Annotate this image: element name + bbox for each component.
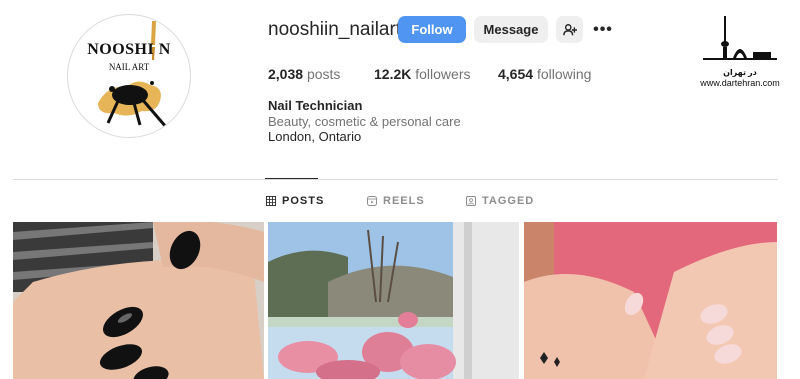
tab-posts[interactable]: POSTS <box>266 195 324 207</box>
avatar-sub-text: NAIL ART <box>108 62 150 72</box>
bio-name: Nail Technician <box>268 98 363 113</box>
message-button[interactable]: Message <box>474 16 548 43</box>
stat-followers[interactable]: 12.2K followers <box>374 66 471 82</box>
post-thumbnail[interactable] <box>268 222 519 379</box>
city-skyline-logo <box>703 16 777 60</box>
tab-reels[interactable]: REELS <box>367 195 425 207</box>
nail-art-logo <box>98 21 168 128</box>
stat-followers-label: followers <box>415 66 471 82</box>
profile-avatar[interactable]: NOOSHI N NAIL ART <box>67 14 191 138</box>
tabs-divider <box>13 179 778 180</box>
stat-posts-value: 2,038 <box>268 66 304 82</box>
post-thumbnail[interactable] <box>524 222 777 379</box>
follow-button[interactable]: Follow <box>398 16 466 43</box>
stat-following-label: following <box>536 66 592 82</box>
post-image-window-flowers <box>268 222 519 379</box>
reels-icon <box>367 196 377 206</box>
stat-posts-label: posts <box>306 66 341 82</box>
add-person-icon <box>562 23 577 35</box>
stat-posts[interactable]: 2,038 posts <box>268 66 340 82</box>
tagged-icon <box>466 196 476 206</box>
suggested-accounts-button[interactable] <box>556 16 583 43</box>
watermark: در تهران www.dartehran.com <box>695 14 785 90</box>
bio-category: Beauty, cosmetic & personal care <box>268 114 461 129</box>
grid-icon <box>266 196 276 206</box>
post-image-black-nails <box>13 222 264 379</box>
more-options-button[interactable]: ••• <box>590 16 616 43</box>
tab-posts-label: POSTS <box>282 195 325 207</box>
tab-tagged-label: TAGGED <box>482 195 535 207</box>
post-image-pink-french-nails <box>524 222 777 379</box>
bio-location: London, Ontario <box>268 129 362 144</box>
watermark-fa-text: در تهران <box>723 68 757 77</box>
watermark-site-text: www.dartehran.com <box>700 78 780 88</box>
avatar-brand-text: NOOSHI N <box>87 41 171 58</box>
post-thumbnail[interactable] <box>13 222 264 379</box>
stat-following-value: 4,654 <box>498 66 534 82</box>
tab-tagged[interactable]: TAGGED <box>466 195 534 207</box>
stat-following[interactable]: 4,654 following <box>498 66 591 82</box>
tab-reels-label: REELS <box>383 195 425 207</box>
profile-username: nooshiin_nailart <box>268 19 402 40</box>
active-tab-indicator <box>265 178 318 179</box>
stat-followers-value: 12.2K <box>374 66 412 82</box>
